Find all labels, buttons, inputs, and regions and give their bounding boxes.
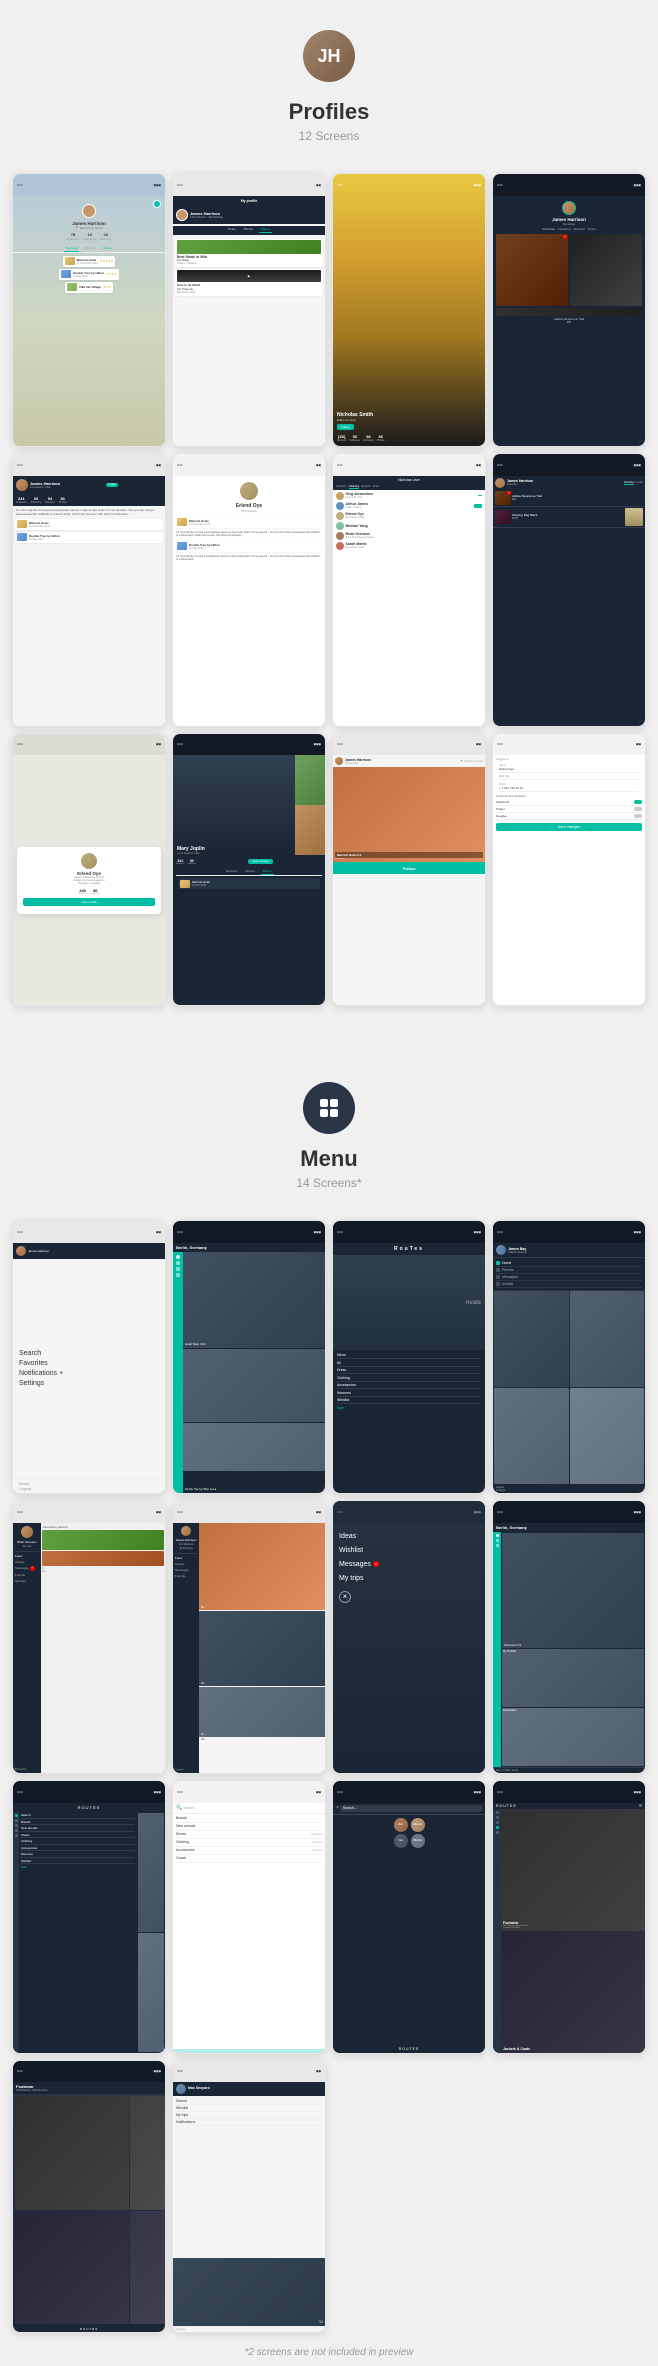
profile-screen-1[interactable]: 9:47 ◼◼◼ James Harrison 📍 Barcelona, Spa… (12, 173, 166, 447)
menu-screen-9[interactable]: 9:41◼◼◼ ROUTES Search Brands New a (12, 1780, 166, 2054)
profiles-screens-row3: 9:41◼◼ Erlend Oye Gawker follows the sto… (0, 733, 658, 1007)
profiles-screens-row2: 9:41◼◼ James Harrison Los Angeles, USA F… (0, 453, 658, 727)
menu-screen-1[interactable]: 9:41◼◼ James Harrison Search Favorites N… (12, 1220, 166, 1494)
menu-screen-11[interactable]: 9:41◼◼◼ × Search... Man Woman Cart (332, 1780, 486, 2054)
profile-screen-11[interactable]: 9:41◼◼ James Harrison 37 Reviews 📍 Sydne… (332, 733, 486, 1007)
menu-screens-row1: 9:41◼◼ James Harrison Search Favorites N… (0, 1220, 658, 1494)
menu-section: Menu 14 Screens* (0, 1052, 658, 1220)
profile-screen-3[interactable]: 9:41◼◼◼ Nicholas Smith Editor-in-chief F… (332, 173, 486, 447)
menu-screen-13[interactable]: 9:41◼◼◼ Footwear 165 Products, Adira Rou… (12, 2060, 166, 2334)
menu-screen-8[interactable]: 9:41◼◼◼ Berlin, Germany Hotel New York M… (492, 1500, 646, 1774)
profile-screen-12[interactable]: 9:41◼◼ Logged in Name Erlend Oye Web Sit… (492, 733, 646, 1007)
menu-subtitle: 14 Screens* (20, 1176, 638, 1190)
profiles-subtitle: 12 Screens (20, 129, 638, 143)
profiles-avatar: JH (303, 30, 355, 82)
profiles-section: JH Profiles 12 Screens (0, 0, 658, 173)
menu-screen-14[interactable]: 9:41◼◼ Max Shepard ... Search Wishlist M… (172, 2060, 326, 2334)
screen12-jackets: Jackets & Coats (503, 2047, 643, 2051)
menu-screen-3[interactable]: 9:41◼◼◼ RouTes rivals Menu All Dress Clo… (332, 1220, 486, 1494)
menu-screens-row4: 9:41◼◼◼ Footwear 165 Products, Adira Rou… (0, 2060, 658, 2334)
menu-screens-row2: 9:41◼◼ Brian Grenson For you Feed Activi… (0, 1500, 658, 1774)
menu-screen-12[interactable]: 9:41◼◼◼ ROUTES (492, 1780, 646, 2054)
menu-title: Menu (20, 1146, 638, 1172)
profile-screen-7[interactable]: 9:41◼◼ Nicholas User Followers Following… (332, 453, 486, 727)
profiles-screens-row1: 9:47 ◼◼◼ James Harrison 📍 Barcelona, Spa… (0, 173, 658, 447)
menu1-search: Search (19, 1350, 159, 1357)
menu-screen-4[interactable]: 9:41◼◼◼ James Bay Graphic designer Home … (492, 1220, 646, 1494)
menu-screen-6[interactable]: 9:41◼◼ James Harrison 12 Followers 10 fo… (172, 1500, 326, 1774)
profiles-title: Profiles (20, 99, 638, 125)
profile-screen-2[interactable]: 9:41◼◼ My profile James Harrison 134k fo… (172, 173, 326, 447)
menu-screen-2[interactable]: 9:41◼◼◼ Berlin, Germany Hotel New York (172, 1220, 326, 1494)
profile-screen-9[interactable]: 9:41◼◼ Erlend Oye Gawker follows the sto… (12, 733, 166, 1007)
bottom-note: *2 screens are not included in preview (0, 2339, 658, 2366)
menu-icon (303, 1082, 355, 1134)
menu-screen-10[interactable]: 9:41◼◼ 🔍 Search... Brands New arrivals S… (172, 1780, 326, 2054)
profile-screen-10[interactable]: 9:41◼◼◼ Mary Joplin ● Los Angeles, USA (172, 733, 326, 1007)
profile-screen-4[interactable]: 9:41◼◼◼ James Harrison Favorites Favorit… (492, 173, 646, 447)
menu-screens-row3: 9:41◼◼◼ ROUTES Search Brands New a (0, 1780, 658, 2054)
profile-screen-5[interactable]: 9:41◼◼ James Harrison Los Angeles, USA F… (12, 453, 166, 727)
menu-screen-7[interactable]: 9:41◼◼◼ Ideas Wishlist Messages 2 My tri… (332, 1500, 486, 1774)
menu-screen-5[interactable]: 9:41◼◼ Brian Grenson For you Feed Activi… (12, 1500, 166, 1774)
profile-screen-8[interactable]: 9:41◼◼◼ James Harrison Favorites Favorit… (492, 453, 646, 727)
menu3-routes: RouTes (336, 1246, 482, 1252)
profile-screen-6[interactable]: 9:41◼◼ Erlend Oye 55 Reviews Marriott Ho… (172, 453, 326, 727)
